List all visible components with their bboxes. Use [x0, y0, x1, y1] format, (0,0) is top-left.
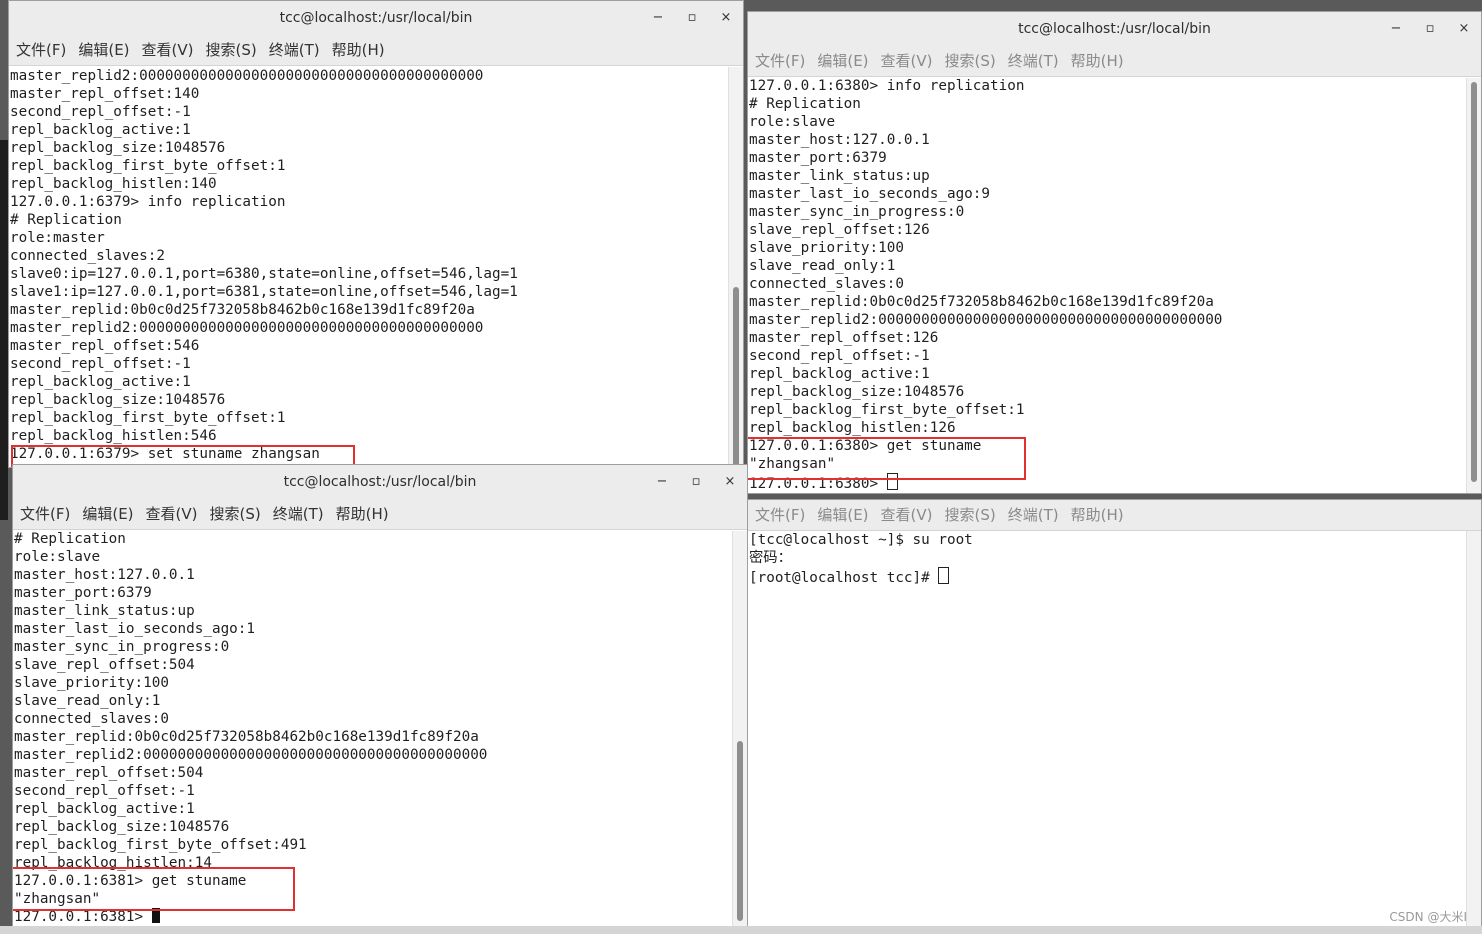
menu-search[interactable]: 搜索(S) [199, 35, 262, 65]
close-icon[interactable]: × [1453, 18, 1475, 40]
menu-help[interactable]: 帮助(H) [325, 35, 390, 65]
menu-edit[interactable]: 编辑(E) [810, 500, 873, 530]
terminal-output[interactable]: 127.0.0.1:6380> info replication # Repli… [748, 78, 1467, 493]
menu-edit[interactable]: 编辑(E) [75, 499, 138, 529]
titlebar[interactable]: tcc@localhost:/usr/local/bin − ▫ × [13, 465, 747, 500]
titlebar[interactable]: tcc@localhost:/usr/local/bin − ▫ × [9, 1, 743, 36]
menu-search[interactable]: 搜索(S) [938, 500, 1001, 530]
window-title: tcc@localhost:/usr/local/bin [1018, 21, 1211, 37]
menu-search[interactable]: 搜索(S) [203, 499, 266, 529]
window-title: tcc@localhost:/usr/local/bin [283, 474, 477, 490]
window-title: tcc@localhost:/usr/local/bin [279, 10, 473, 26]
terminal-lines: [tcc@localhost ~]$ su root 密码： [root@loc… [749, 532, 973, 586]
terminal-output[interactable]: master_replid2:0000000000000000000000000… [9, 67, 729, 467]
terminal-window-slave-6381[interactable]: tcc@localhost:/usr/local/bin − ▫ × 文件(F)… [12, 464, 748, 927]
menu-file[interactable]: 文件(F) [9, 35, 71, 65]
menu-search[interactable]: 搜索(S) [938, 46, 1001, 76]
scrollbar[interactable] [728, 67, 743, 467]
menu-view[interactable]: 查看(V) [135, 35, 199, 65]
menu-help[interactable]: 帮助(H) [329, 499, 394, 529]
menu-help[interactable]: 帮助(H) [1064, 500, 1129, 530]
maximize-icon[interactable]: ▫ [681, 7, 703, 29]
menu-terminal[interactable]: 终端(T) [262, 35, 325, 65]
cursor [938, 567, 950, 584]
terminal-lines: 127.0.0.1:6380> info replication # Repli… [749, 78, 1223, 492]
menu-view[interactable]: 查看(V) [874, 46, 938, 76]
menu-edit[interactable]: 编辑(E) [71, 35, 134, 65]
terminal-output[interactable]: [tcc@localhost ~]$ su root 密码： [root@loc… [748, 531, 1467, 933]
menu-help[interactable]: 帮助(H) [1064, 46, 1129, 76]
menu-terminal[interactable]: 终端(T) [266, 499, 329, 529]
close-icon[interactable]: × [715, 7, 737, 29]
desktop-edge [0, 140, 8, 520]
highlight-get-command [13, 867, 295, 911]
scrollbar-thumb[interactable] [1471, 82, 1477, 482]
menu-bar: 文件(F) 编辑(E) 查看(V) 搜索(S) 终端(T) 帮助(H) [748, 46, 1481, 77]
minimize-icon[interactable]: − [1385, 18, 1407, 40]
scrollbar-thumb[interactable] [733, 287, 739, 467]
titlebar[interactable]: tcc@localhost:/usr/local/bin − ▫ × [748, 12, 1481, 47]
maximize-icon[interactable]: ▫ [685, 471, 707, 493]
highlight-get-command [748, 437, 1026, 480]
menu-file[interactable]: 文件(F) [748, 46, 810, 76]
menu-bar: 文件(F) 编辑(E) 查看(V) 搜索(S) 终端(T) 帮助(H) [748, 500, 1481, 531]
menu-bar: 文件(F) 编辑(E) 查看(V) 搜索(S) 终端(T) 帮助(H) [13, 499, 747, 530]
close-icon[interactable]: × [719, 471, 741, 493]
menu-file[interactable]: 文件(F) [748, 500, 810, 530]
terminal-lines: master_replid2:0000000000000000000000000… [10, 68, 518, 462]
taskbar [0, 926, 1482, 934]
minimize-icon[interactable]: − [651, 471, 673, 493]
scrollbar[interactable] [1466, 78, 1481, 493]
menu-bar: 文件(F) 编辑(E) 查看(V) 搜索(S) 终端(T) 帮助(H) [9, 35, 743, 66]
menu-edit[interactable]: 编辑(E) [810, 46, 873, 76]
menu-view[interactable]: 查看(V) [139, 499, 203, 529]
menu-terminal[interactable]: 终端(T) [1001, 500, 1064, 530]
scrollbar-thumb[interactable] [737, 741, 743, 921]
terminal-window-master[interactable]: tcc@localhost:/usr/local/bin − ▫ × 文件(F)… [8, 0, 744, 468]
terminal-window-shell[interactable]: 文件(F) 编辑(E) 查看(V) 搜索(S) 终端(T) 帮助(H) [tcc@loca… [747, 499, 1482, 934]
minimize-icon[interactable]: − [647, 7, 669, 29]
menu-file[interactable]: 文件(F) [13, 499, 75, 529]
scrollbar[interactable] [732, 531, 747, 926]
watermark: CSDN @大米I [1389, 910, 1467, 924]
menu-view[interactable]: 查看(V) [874, 500, 938, 530]
maximize-icon[interactable]: ▫ [1419, 18, 1441, 40]
scrollbar[interactable] [1466, 531, 1481, 933]
menu-terminal[interactable]: 终端(T) [1001, 46, 1064, 76]
terminal-window-slave-6380[interactable]: tcc@localhost:/usr/local/bin − ▫ × 文件(F)… [747, 11, 1482, 494]
